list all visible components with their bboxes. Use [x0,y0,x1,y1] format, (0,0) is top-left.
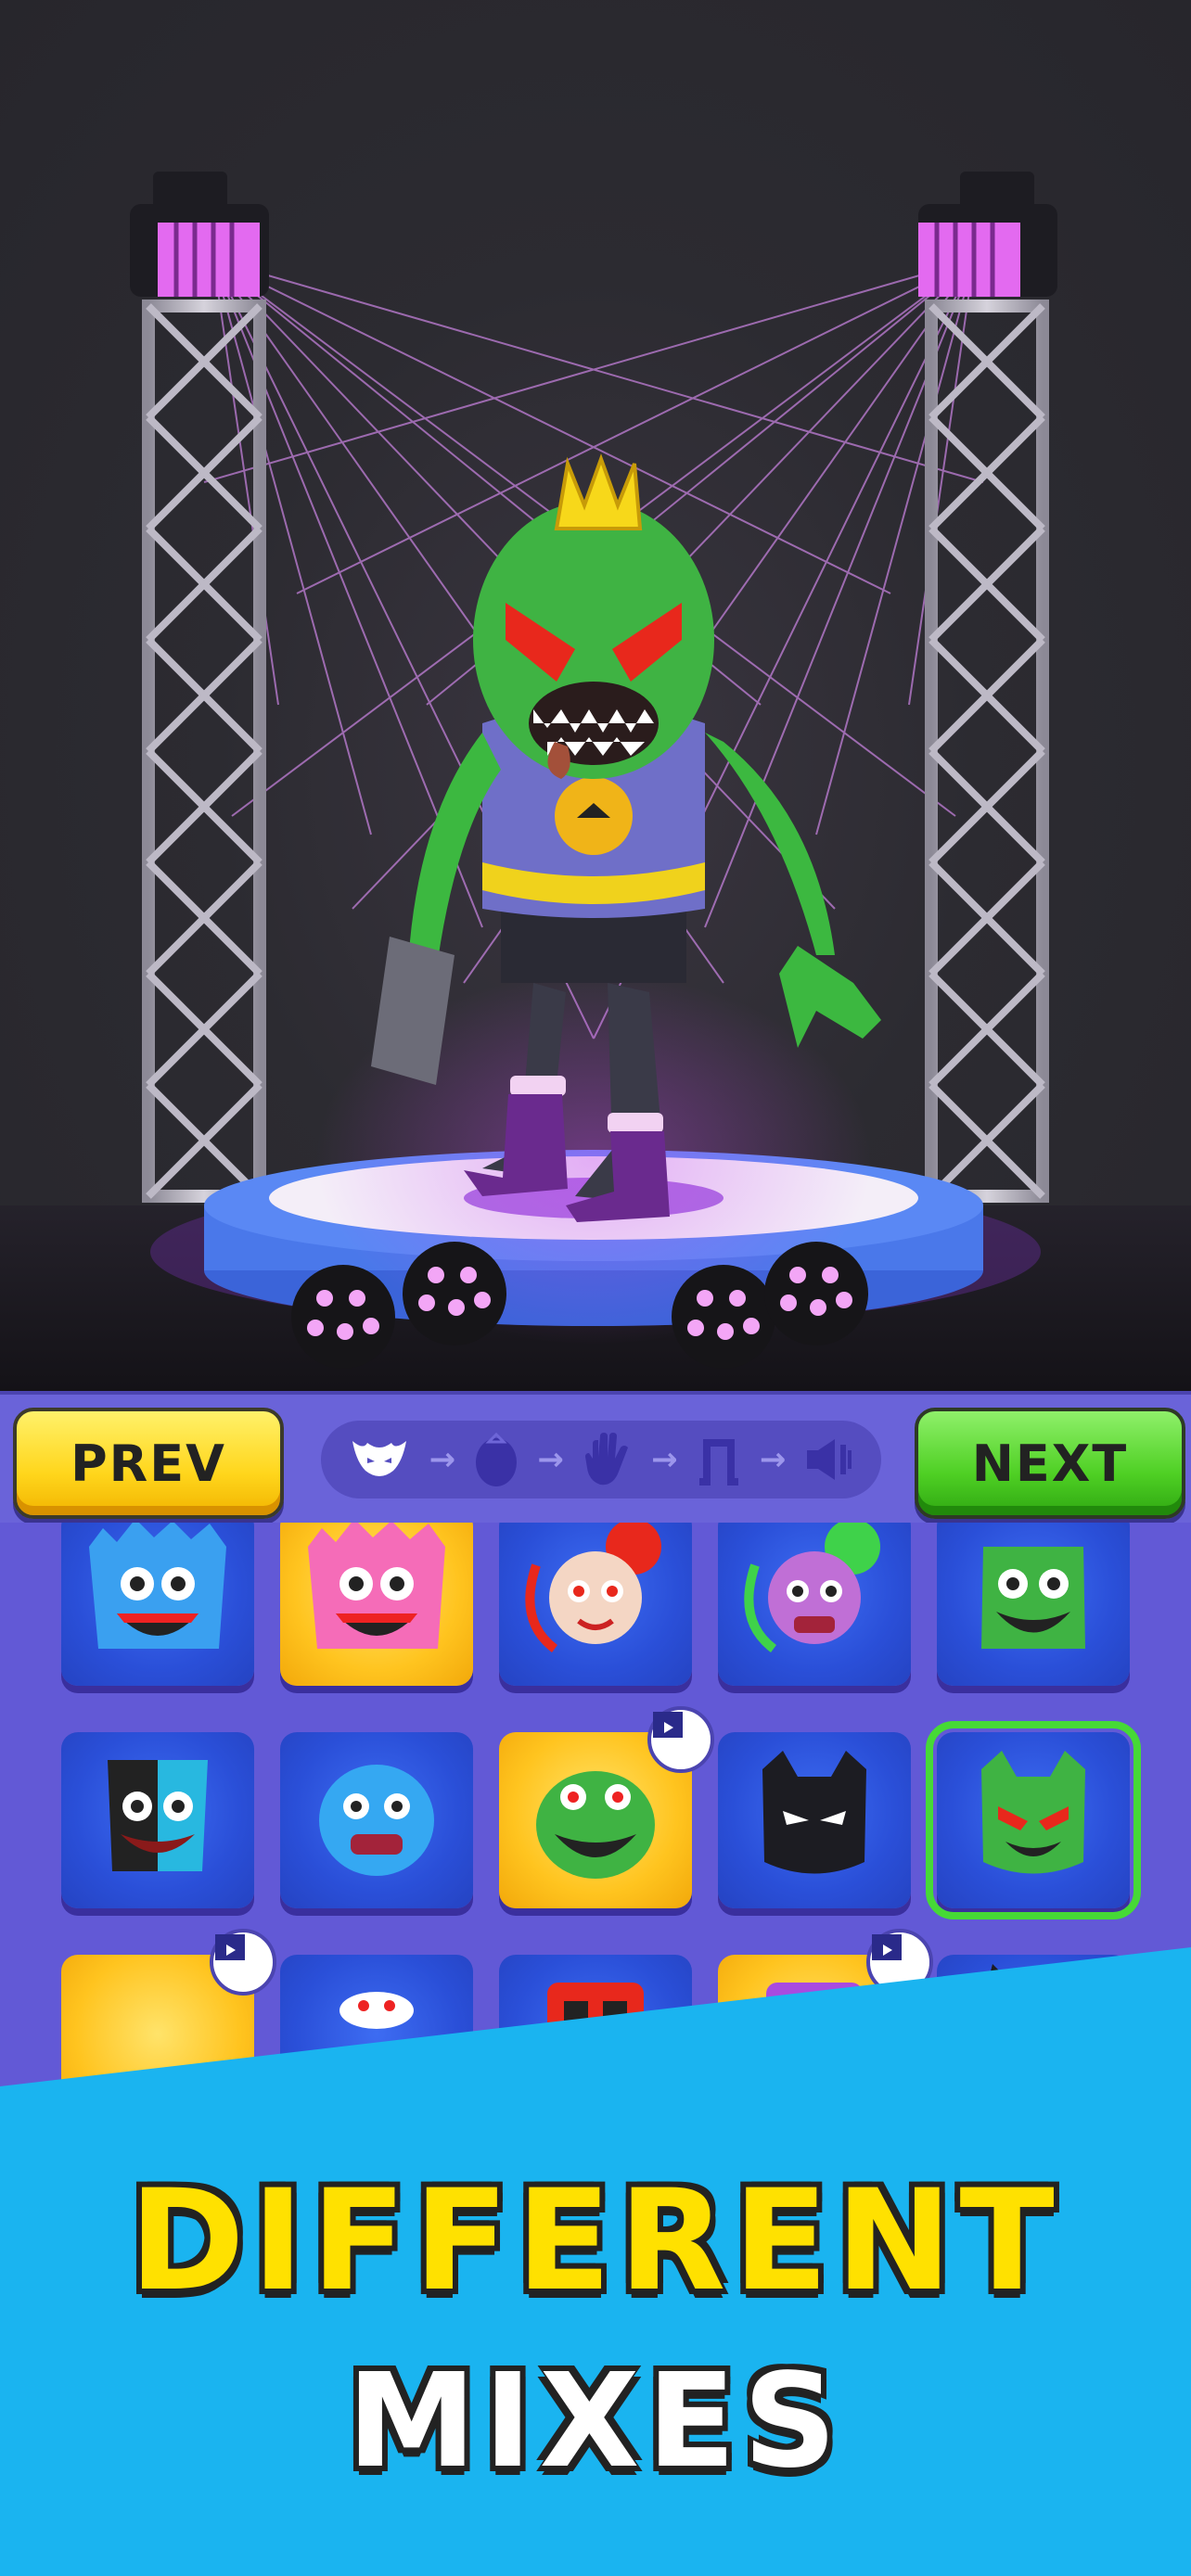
left-truss [142,300,266,1203]
banner-title-line1: DIFFERENT [129,2161,1062,2322]
item-black-bat-mask[interactable] [718,1732,911,1908]
character-stage [0,0,1191,1391]
spotlight-left [130,172,269,297]
banner-title-line2: MIXES [347,2346,844,2497]
item-blue-blob-monster[interactable] [280,1732,473,1908]
step-progress: → → → → [321,1421,881,1498]
arrow-icon: → [537,1441,564,1478]
arrow-icon: → [429,1441,456,1478]
arrow-icon: → [759,1441,787,1478]
item-green-slime-monster[interactable] [937,1523,1130,1686]
video-ad-icon [647,1706,714,1773]
item-green-toothy-monster[interactable] [499,1706,714,1908]
spotlight-right [918,172,1057,297]
item-green-hair-doll[interactable] [718,1523,911,1686]
item-blue-furry-monster[interactable] [61,1523,254,1686]
prev-button-label: PREV [70,1434,226,1493]
item-red-hair-doll[interactable] [499,1523,692,1686]
legs-icon[interactable] [696,1434,742,1486]
prev-button[interactable]: PREV [13,1408,284,1519]
head-icon[interactable] [347,1434,412,1486]
arrow-icon: → [651,1441,678,1478]
egg-body-icon[interactable] [473,1431,519,1488]
hand-icon[interactable] [582,1431,634,1488]
next-button-label: NEXT [971,1434,1129,1493]
item-split-face-monster[interactable] [61,1732,254,1908]
item-green-devil-mask[interactable] [926,1721,1141,1919]
item-pink-furry-monster[interactable] [280,1523,473,1686]
stage-scene [0,172,1191,1391]
toolbar: PREV → → → → NEXT [0,1391,1191,1523]
next-button[interactable]: NEXT [915,1408,1185,1519]
speaker-icon[interactable] [803,1434,855,1486]
